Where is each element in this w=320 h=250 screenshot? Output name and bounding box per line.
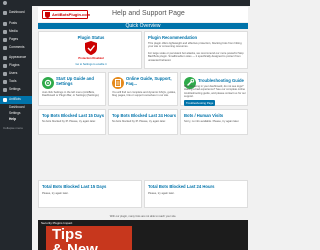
- admin-sidebar: Dashboard Posts Media Pages Comments App…: [0, 6, 32, 250]
- top-bots-15-days-title: Top Bots Blocked Last 15 Days: [42, 113, 105, 118]
- protection-status: Protection Disabled: [78, 57, 104, 60]
- total-bots-24-hours-title: Total Bots Blocked Last 24 Hours: [148, 184, 215, 189]
- top-bots-15-days-text: No bots blocked by IP. Please, try again…: [42, 120, 96, 123]
- troubleshooting-page-button[interactable]: Troubleshooting Page: [184, 100, 216, 106]
- total-bots-15-days-text: Please, try again later.: [42, 192, 69, 195]
- plugin-recommendation-title: Plugin Recommendation: [148, 35, 198, 40]
- dashboard-icon: [3, 11, 7, 15]
- sidebar-item-comments[interactable]: Comments: [0, 44, 32, 52]
- sidebar-item-appearance[interactable]: Appearance: [0, 54, 32, 62]
- recommendation-text-1: This plugin offers lightweight and effec…: [148, 42, 242, 49]
- video-title: Security Plugins Impact: [41, 221, 73, 225]
- sidebar-item-users[interactable]: Users: [0, 70, 32, 78]
- start-guide-text: Just click Settings in the left menu (An…: [42, 91, 100, 98]
- sidebar-item-media[interactable]: Media: [0, 28, 32, 36]
- plugin-status-card: Plugin Status Protection Disabled Go to …: [38, 31, 142, 69]
- recommendation-text-2: For large scale or persistent bot attack…: [148, 52, 244, 62]
- sidebar-item-pages[interactable]: Pages: [0, 36, 32, 44]
- sidebar-item-posts[interactable]: Posts: [0, 20, 32, 28]
- troubleshooting-text: Bots blocking in your dashboard, do not …: [184, 85, 246, 98]
- pin-icon: [3, 22, 7, 26]
- troubleshooting-card: Troubleshooting Guide Bots blocking in y…: [180, 72, 248, 106]
- online-guide-text: You will find our complete and dynamic F…: [112, 91, 176, 98]
- sidebar-item-dashboard[interactable]: Dashboard: [0, 9, 32, 17]
- shield-icon: [3, 98, 7, 102]
- sidebar-item-plugins[interactable]: Plugins: [0, 62, 32, 70]
- logo-text: AntiBotsPlugin.com: [52, 12, 91, 17]
- online-guide-title: Online Guide, Support, Faq...: [126, 76, 172, 86]
- troubleshooting-title: Troubleshooting Guide: [198, 78, 244, 83]
- media-icon: [3, 30, 7, 34]
- plugin-recommendation-card: Plugin Recommendation This plugin offers…: [144, 31, 248, 69]
- main-content: AntiBotsPlugin.com Help and Support Page…: [34, 6, 250, 250]
- sidebar-subitem-help[interactable]: Help: [0, 116, 32, 124]
- wordpress-logo-icon[interactable]: [3, 1, 7, 5]
- document-icon: [112, 77, 124, 89]
- page-title: Help and Support Page: [112, 10, 185, 17]
- top-bots-24-hours-title: Top Bots Blocked Last 24 Hours: [112, 113, 177, 118]
- thumbnail-text-new: & New: [52, 241, 98, 250]
- total-bots-15-days-card: Total Bots Blocked Last 15 Days Please, …: [38, 180, 142, 208]
- top-bots-15-days-card: Top Bots Blocked Last 15 Days No bots bl…: [38, 109, 106, 135]
- wrench-icon: [3, 80, 7, 84]
- gear-icon: [42, 77, 54, 89]
- comment-icon: [3, 46, 7, 50]
- bots-human-visits-text: Sorry, no info available. Please, try ag…: [184, 120, 240, 123]
- start-guide-card: Start Up Guide and Settings Just click S…: [38, 72, 106, 106]
- brush-icon: [3, 56, 7, 60]
- plugin-status-title: Plugin Status: [77, 35, 105, 40]
- sidebar-item-tools[interactable]: Tools: [0, 78, 32, 86]
- antibots-logo: AntiBotsPlugin.com: [42, 10, 91, 19]
- video-player[interactable]: Security Plugins Impact Tips & New: [38, 220, 248, 250]
- quick-overview-bar: Quick Overview: [38, 23, 248, 29]
- enable-settings-link[interactable]: Go to Settings to enable it: [39, 63, 143, 66]
- bots-human-visits-card: Bots / Human Visits Sorry, no info avail…: [180, 109, 248, 135]
- top-bots-24-hours-card: Top Bots Blocked Last 24 Hours No bots b…: [108, 109, 178, 135]
- shield-icon: [45, 11, 50, 18]
- online-guide-card: Online Guide, Support, Faq... You will f…: [108, 72, 178, 106]
- video-thumbnail: Tips & New: [46, 226, 132, 250]
- footer-note: With our plugin, many bots are not able …: [109, 215, 177, 218]
- total-bots-24-hours-text: Please, try again later.: [148, 192, 175, 195]
- bots-human-visits-title: Bots / Human Visits: [184, 113, 224, 118]
- thumbnail-text-tips: Tips: [52, 226, 83, 243]
- sidebar-item-antibots[interactable]: AntiBots: [0, 96, 32, 104]
- page-icon: [3, 38, 7, 42]
- settings-icon: [3, 88, 7, 92]
- sidebar-item-settings[interactable]: Settings: [0, 86, 32, 94]
- shield-icon: [85, 41, 97, 55]
- total-bots-15-days-title: Total Bots Blocked Last 15 Days: [42, 184, 107, 189]
- user-icon: [3, 72, 7, 76]
- total-bots-24-hours-card: Total Bots Blocked Last 24 Hours Please,…: [144, 180, 248, 208]
- collapse-menu-button[interactable]: Collapse menu: [3, 126, 23, 130]
- page-header: AntiBotsPlugin.com Help and Support Page: [38, 7, 248, 22]
- top-bots-24-hours-text: No bots blocked by IP. Please, try again…: [112, 120, 166, 123]
- plugin-icon: [3, 64, 7, 68]
- start-guide-title: Start Up Guide and Settings: [56, 76, 94, 86]
